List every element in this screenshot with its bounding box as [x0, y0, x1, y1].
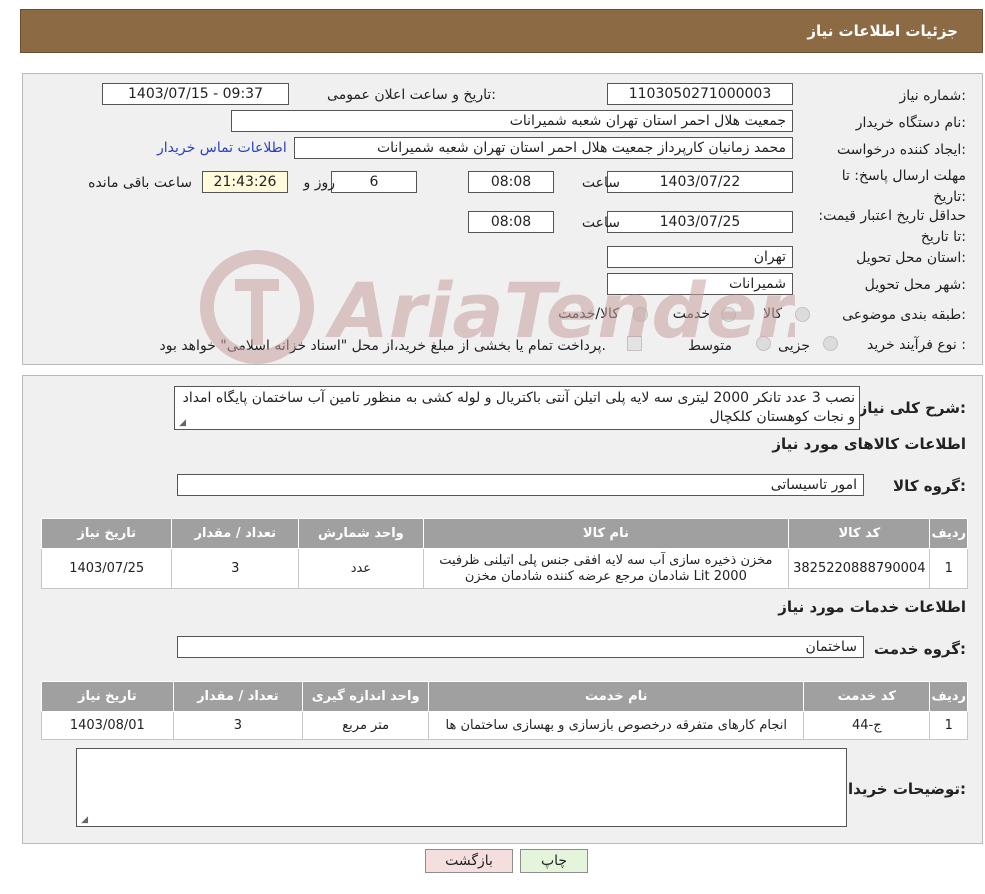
print-button[interactable]: چاپ	[520, 849, 588, 873]
buyer-notes-label: توضیحات خریدار:	[839, 780, 966, 798]
goods-cell-quantity: 3	[171, 548, 300, 589]
goods-cell-name: مخزن ذخیره سازی آب سه لایه افقی جنس پلی …	[422, 548, 790, 589]
goods-header-row-number: ردیف	[929, 518, 968, 549]
service-group-field: ساختمان	[177, 636, 864, 658]
validity-time-field: 08:08	[468, 211, 554, 233]
announce-field: 1403/07/15 - 09:37	[102, 83, 289, 105]
process-option-minor: جزیی	[778, 338, 810, 354]
description-text: نصب 3 عدد تانکر 2000 لیتری سه لایه پلی ا…	[182, 390, 855, 425]
goods-header-unit: واحد شمارش	[298, 518, 424, 549]
service-group-label: گروه خدمت:	[873, 640, 966, 658]
description-label: شرح کلی نیاز:	[858, 399, 966, 417]
goods-cell-code: 3825220888790004	[788, 548, 931, 589]
remaining-label: ساعت باقی مانده	[88, 175, 192, 191]
need-number-label: شماره نیاز:	[899, 88, 966, 104]
treasury-checkbox[interactable]	[627, 336, 642, 351]
category-radio-goods[interactable]	[795, 307, 810, 322]
deadline-time-field: 08:08	[468, 171, 554, 193]
goods-cell-date: 1403/07/25	[40, 548, 173, 589]
category-label: طبقه بندی موضوعی:	[842, 307, 966, 323]
table-row: 1 3825220888790004 مخزن ذخیره سازی آب سه…	[40, 548, 968, 589]
goods-header-code: کد کالا	[788, 518, 931, 549]
creator-label: ایجاد کننده درخواست:	[837, 142, 966, 158]
services-section-title: اطلاعات خدمات مورد نیاز	[778, 598, 966, 616]
validity-time-label: ساعت	[581, 215, 620, 231]
services-header-unit: واحد اندازه گیری	[302, 681, 430, 712]
days-field: 6	[331, 171, 417, 193]
services-header-row-number: ردیف	[929, 681, 968, 712]
resize-handle-icon[interactable]: ◢	[79, 816, 88, 825]
category-radio-service[interactable]	[721, 307, 736, 322]
deadline-time-label: ساعت	[581, 175, 620, 191]
category-option-goods: کالا	[763, 306, 782, 322]
validity-date-field: 1403/07/25	[607, 211, 793, 233]
category-option-service: خدمت	[672, 306, 710, 322]
validity-label: حداقل تاریخ اعتبار قیمت: تا تاریخ:	[818, 208, 966, 245]
table-row: 1 ج-44 انجام کارهای متفرقه درخصوص بازساز…	[41, 711, 968, 740]
services-header-date: تاریخ نیاز	[41, 681, 174, 712]
category-radio-goods-service[interactable]	[633, 307, 648, 322]
city-label: شهر محل تحویل:	[864, 277, 966, 293]
goods-cell-row-number: 1	[929, 548, 968, 589]
services-table-header: ردیف کد خدمت نام خدمت واحد اندازه گیری ت…	[41, 681, 968, 712]
details-panel: شرح کلی نیاز: نصب 3 عدد تانکر 2000 لیتری…	[22, 375, 983, 844]
page-title: جزئیات اطلاعات نیاز	[807, 22, 958, 40]
province-label: استان محل تحویل:	[856, 250, 966, 266]
resize-handle-icon[interactable]: ◢	[177, 419, 186, 428]
process-note: پرداخت تمام یا بخشی از مبلغ خرید،از محل …	[159, 338, 606, 354]
process-label: نوع فرآیند خرید :	[867, 337, 966, 353]
services-cell-date: 1403/08/01	[41, 711, 174, 740]
days-label: روز و	[303, 175, 336, 191]
process-radio-minor[interactable]	[823, 336, 838, 351]
announce-label: تاریخ و ساعت اعلان عمومی:	[327, 87, 496, 103]
services-cell-unit: متر مربع	[302, 711, 430, 740]
buyer-org-label: نام دستگاه خریدار:	[855, 115, 966, 131]
services-cell-name: انجام کارهای متفرقه درخصوص بازسازی و بهس…	[428, 711, 805, 740]
services-cell-code: ج-44	[803, 711, 931, 740]
services-header-quantity: تعداد / مقدار	[172, 681, 304, 712]
buyer-notes-textarea[interactable]: ◢	[76, 748, 847, 827]
page-header: جزئیات اطلاعات نیاز	[20, 9, 983, 53]
buyer-org-field: جمعیت هلال احمر استان تهران شعبه شمیرانا…	[231, 110, 793, 132]
goods-group-label: گروه کالا:	[893, 477, 966, 495]
services-cell-quantity: 3	[172, 711, 304, 740]
info-panel: شماره نیاز: 1103050271000003 تاریخ و ساع…	[22, 73, 983, 365]
category-option-goods-service: کالا/خدمت	[558, 306, 619, 322]
need-number-field: 1103050271000003	[607, 83, 793, 105]
goods-group-field: امور تاسیساتی	[177, 474, 864, 496]
goods-header-name: نام کالا	[422, 518, 790, 549]
services-table: ردیف کد خدمت نام خدمت واحد اندازه گیری ت…	[41, 681, 968, 740]
creator-field: محمد زمانیان کارپرداز جمعیت هلال احمر اس…	[294, 137, 793, 159]
services-header-name: نام خدمت	[428, 681, 805, 712]
deadline-label: مهلت ارسال پاسخ: تا تاریخ:	[841, 168, 966, 205]
goods-cell-unit: عدد	[298, 548, 424, 589]
province-field: تهران	[607, 246, 793, 268]
goods-table: ردیف کد کالا نام کالا واحد شمارش تعداد /…	[40, 518, 968, 589]
goods-header-quantity: تعداد / مقدار	[171, 518, 300, 549]
process-radio-medium[interactable]	[756, 336, 771, 351]
description-textarea[interactable]: نصب 3 عدد تانکر 2000 لیتری سه لایه پلی ا…	[174, 386, 860, 430]
goods-section-title: اطلاعات کالاهای مورد نیاز	[772, 435, 966, 453]
deadline-date-field: 1403/07/22	[607, 171, 793, 193]
goods-header-date: تاریخ نیاز	[40, 518, 173, 549]
city-field: شمیرانات	[607, 273, 793, 295]
services-header-code: کد خدمت	[803, 681, 931, 712]
remaining-time-field: 21:43:26	[202, 171, 288, 193]
back-button[interactable]: بازگشت	[425, 849, 513, 873]
buyer-contact-link[interactable]: اطلاعات تماس خریدار	[157, 140, 287, 156]
services-cell-row-number: 1	[929, 711, 968, 740]
process-option-medium: متوسط	[688, 338, 732, 354]
goods-table-header: ردیف کد کالا نام کالا واحد شمارش تعداد /…	[40, 518, 968, 549]
